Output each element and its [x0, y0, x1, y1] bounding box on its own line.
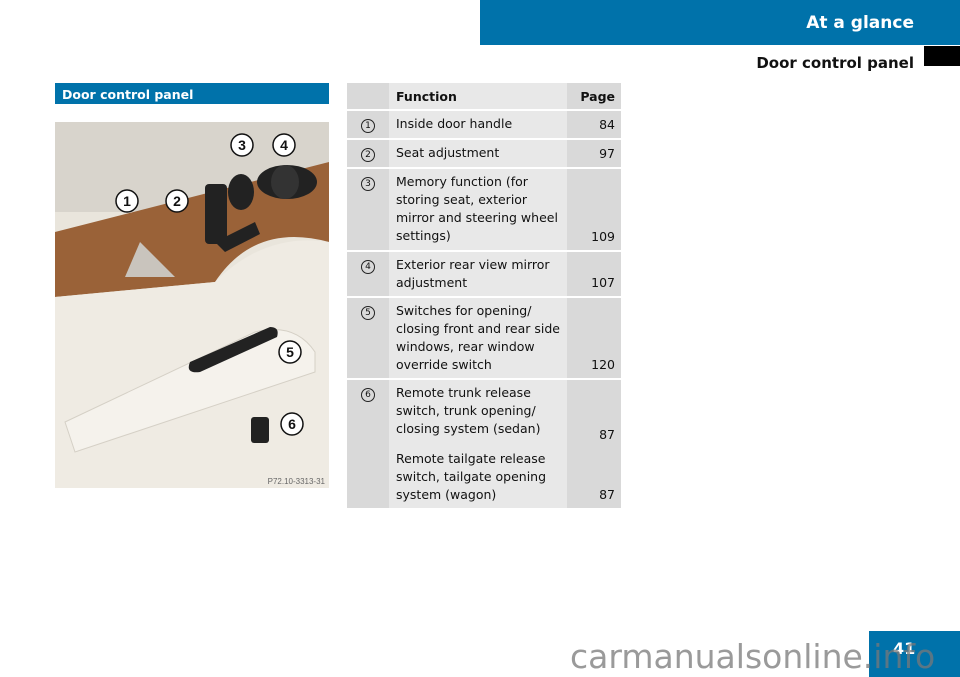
page-ref: 120 [591, 357, 615, 372]
function-text: Exterior rear view mirror adjustment [396, 257, 550, 290]
item-number: 2 [361, 148, 375, 162]
callout-2: 2 [173, 193, 181, 209]
function-text: Remote trunk release switch, trunk openi… [396, 385, 541, 436]
function-text: Seat adjustment [396, 145, 500, 160]
table-row: 1 Inside door handle 84 [347, 111, 621, 140]
item-number: 1 [361, 119, 375, 133]
watermark: carmanualsonline.info [570, 637, 936, 676]
item-number: 3 [361, 177, 375, 191]
page-ref: 109 [591, 229, 615, 244]
table-row: 5 Switches for opening/ closing front and… [347, 298, 621, 380]
page-ref: 84 [599, 117, 615, 132]
door-panel-illustration: 1 2 3 4 5 6 P72.10-3313-31 [55, 122, 329, 488]
callout-6: 6 [288, 416, 296, 432]
subsection-title: Door control panel [756, 54, 914, 72]
item-number: 4 [361, 260, 375, 274]
callout-3: 3 [238, 137, 246, 153]
table-header: Function Page [347, 83, 621, 111]
function-table: Function Page 1 Inside door handle 84 2 Seat… [347, 83, 621, 510]
header-page: Page [567, 83, 621, 109]
item-number: 6 [361, 388, 375, 402]
callout-4: 4 [280, 137, 288, 153]
section-header: At a glance [480, 0, 960, 45]
table-row: 3 Memory function (for storing seat, exte… [347, 169, 621, 252]
function-text: Remote tailgate release switch, tailgate… [396, 451, 547, 502]
item-number: 5 [361, 306, 375, 320]
page-ref: 87 [599, 427, 615, 442]
page-ref: 87 [599, 487, 615, 502]
section-title: At a glance [806, 13, 914, 33]
function-text: Memory function (for storing seat, exter… [396, 174, 558, 243]
page-ref: 107 [591, 275, 615, 290]
function-text: Switches for opening/ closing front and … [396, 303, 560, 372]
table-row: 4 Exterior rear view mirror adjustment 107 [347, 252, 621, 298]
function-text: Inside door handle [396, 116, 513, 131]
callout-5: 5 [286, 344, 294, 360]
header-function: Function [389, 83, 567, 109]
callout-1: 1 [123, 193, 131, 209]
section-marker [924, 46, 960, 66]
table-row: 2 Seat adjustment 97 [347, 140, 621, 169]
image-code: P72.10-3313-31 [268, 477, 326, 486]
page-ref: 97 [599, 146, 615, 161]
table-row: 6 Remote trunk release switch, trunk open… [347, 380, 621, 510]
panel-heading: Door control panel [55, 83, 329, 104]
